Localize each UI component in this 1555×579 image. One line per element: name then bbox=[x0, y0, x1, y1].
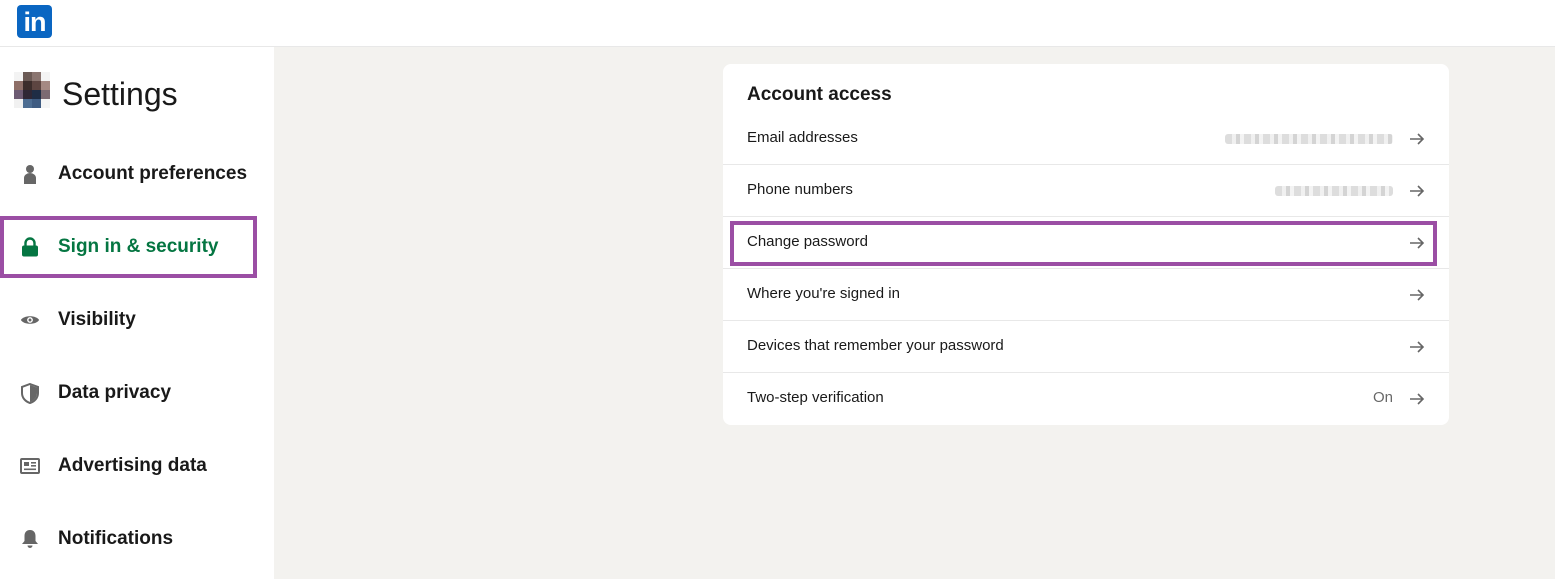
sidebar-item-label: Advertising data bbox=[58, 455, 207, 476]
redacted-email-value bbox=[1225, 134, 1393, 144]
sidebar-item-label: Sign in & security bbox=[58, 236, 219, 257]
redacted-phone-value bbox=[1275, 186, 1393, 196]
arrow-right-icon bbox=[1409, 389, 1425, 409]
remembered-devices-row[interactable]: Devices that remember your password bbox=[723, 320, 1449, 372]
status-value: On bbox=[1372, 389, 1393, 406]
row-label: Change password bbox=[747, 233, 868, 250]
linkedin-logo[interactable]: in bbox=[17, 5, 52, 38]
sidebar-item-visibility[interactable]: Visibility bbox=[0, 290, 274, 350]
page-title: Settings bbox=[62, 76, 178, 112]
row-label: Two-step verification bbox=[747, 389, 884, 406]
sidebar-item-data-privacy[interactable]: Data privacy bbox=[0, 363, 274, 423]
section-title: Account access bbox=[747, 84, 892, 105]
two-step-verification-row[interactable]: Two-step verification On bbox=[723, 372, 1449, 424]
sidebar-item-notifications[interactable]: Notifications bbox=[0, 509, 274, 569]
change-password-row[interactable]: Change password bbox=[723, 216, 1449, 268]
sidebar-item-label: Notifications bbox=[58, 528, 174, 549]
arrow-right-icon bbox=[1409, 285, 1425, 305]
row-label: Phone numbers bbox=[747, 181, 853, 198]
sidebar-item-sign-in-security[interactable]: Sign in & security bbox=[0, 217, 274, 277]
row-label: Email addresses bbox=[747, 129, 858, 146]
newspaper-icon bbox=[20, 456, 40, 476]
sidebar-item-label: Data privacy bbox=[58, 382, 172, 403]
eye-icon bbox=[20, 310, 40, 330]
arrow-right-icon bbox=[1409, 181, 1425, 201]
settings-sidebar: Settings Account preferences Sign in & s… bbox=[0, 47, 274, 579]
arrow-right-icon bbox=[1409, 337, 1425, 357]
phone-numbers-row[interactable]: Phone numbers bbox=[723, 164, 1449, 216]
shield-icon bbox=[20, 382, 40, 404]
account-access-card: Account access Email addresses Phone num… bbox=[723, 64, 1449, 425]
where-signed-in-row[interactable]: Where you're signed in bbox=[723, 268, 1449, 320]
bell-icon bbox=[20, 529, 40, 549]
lock-icon bbox=[20, 237, 40, 257]
sidebar-item-label: Visibility bbox=[58, 309, 136, 330]
top-navigation-bar: in bbox=[0, 0, 1555, 47]
person-icon bbox=[20, 164, 40, 184]
row-label: Where you're signed in bbox=[747, 285, 900, 302]
arrow-right-icon bbox=[1409, 129, 1425, 149]
sidebar-item-advertising-data[interactable]: Advertising data bbox=[0, 436, 274, 496]
avatar[interactable] bbox=[14, 72, 50, 108]
arrow-right-icon bbox=[1409, 233, 1425, 253]
sidebar-item-label: Account preferences bbox=[58, 163, 248, 184]
email-addresses-row[interactable]: Email addresses bbox=[723, 113, 1449, 165]
sidebar-item-account-preferences[interactable]: Account preferences bbox=[0, 144, 274, 204]
row-label: Devices that remember your password bbox=[747, 337, 1004, 354]
